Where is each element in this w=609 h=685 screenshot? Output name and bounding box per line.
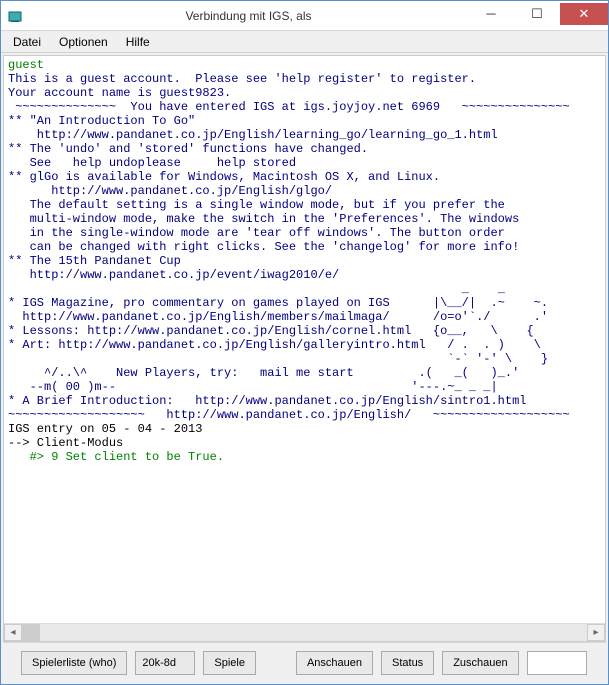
terminal-line: ~~~~~~~~~~~~~~ You have entered IGS at i… xyxy=(8,100,570,114)
horizontal-scrollbar[interactable]: ◂ ▸ xyxy=(4,623,605,641)
terminal-line: ** "An Introduction To Go" xyxy=(8,114,195,128)
titlebar: Verbindung mit IGS, als ─ ☐ ✕ xyxy=(1,1,608,31)
terminal-line: `-` '-' \ } xyxy=(8,352,548,366)
terminal-line: #> 9 Set client to be True. xyxy=(8,450,224,464)
terminal-line: in the single-window mode are 'tear off … xyxy=(8,226,505,240)
game-id-input[interactable] xyxy=(527,651,587,675)
observe-button[interactable]: Anschauen xyxy=(296,651,373,675)
rank-combo[interactable]: 20k-8d xyxy=(135,651,195,675)
content-area: guest This is a guest account. Please se… xyxy=(1,53,608,684)
app-window: Verbindung mit IGS, als ─ ☐ ✕ Datei Opti… xyxy=(0,0,609,685)
terminal-line: http://www.pandanet.co.jp/English/member… xyxy=(8,310,548,324)
terminal-line: _ _ xyxy=(8,282,505,296)
terminal-output: guest This is a guest account. Please se… xyxy=(4,56,605,623)
terminal-line: ** The 15th Pandanet Cup xyxy=(8,254,181,268)
watch-button[interactable]: Zuschauen xyxy=(442,651,518,675)
terminal-line: IGS entry on 05 - 04 - 2013 xyxy=(8,422,202,436)
bottom-toolbar: Spielerliste (who) 20k-8d Spiele Anschau… xyxy=(3,642,606,682)
playerlist-button[interactable]: Spielerliste (who) xyxy=(21,651,127,675)
menubar: Datei Optionen Hilfe xyxy=(1,31,608,53)
terminal-line: --> Client-Modus xyxy=(8,436,123,450)
minimize-button[interactable]: ─ xyxy=(468,3,514,25)
terminal-line: The default setting is a single window m… xyxy=(8,198,505,212)
scroll-right-arrow[interactable]: ▸ xyxy=(587,624,605,641)
scroll-thumb[interactable] xyxy=(22,624,40,641)
close-button[interactable]: ✕ xyxy=(560,3,608,25)
terminal-line: See help undoplease help stored xyxy=(8,156,296,170)
terminal-line: ^/..\^ New Players, try: mail me start .… xyxy=(8,366,519,380)
terminal-line: * IGS Magazine, pro commentary on games … xyxy=(8,296,548,310)
terminal-line: multi-window mode, make the switch in th… xyxy=(8,212,519,226)
menu-help[interactable]: Hilfe xyxy=(118,33,158,51)
terminal-line: can be changed with right clicks. See th… xyxy=(8,240,519,254)
terminal-line: * A Brief Introduction: http://www.panda… xyxy=(8,394,526,408)
scroll-left-arrow[interactable]: ◂ xyxy=(4,624,22,641)
terminal-line: ** glGo is available for Windows, Macint… xyxy=(8,170,440,184)
terminal-line: ** The 'undo' and 'stored' functions hav… xyxy=(8,142,368,156)
terminal-line: * Art: http://www.pandanet.co.jp/English… xyxy=(8,338,541,352)
games-button[interactable]: Spiele xyxy=(203,651,256,675)
window-title: Verbindung mit IGS, als xyxy=(29,9,468,23)
terminal-line: * Lessons: http://www.pandanet.co.jp/Eng… xyxy=(8,324,534,338)
status-button[interactable]: Status xyxy=(381,651,434,675)
terminal-line: Your account name is guest9823. xyxy=(8,86,231,100)
terminal-line: This is a guest account. Please see 'hel… xyxy=(8,72,476,86)
terminal-line: http://www.pandanet.co.jp/event/iwag2010… xyxy=(8,268,339,282)
terminal-line: ~~~~~~~~~~~~~~~~~~~ http://www.pandanet.… xyxy=(8,408,570,422)
terminal-line: --m( 00 )m-- '---.~_ _ _| xyxy=(8,380,498,394)
window-controls: ─ ☐ ✕ xyxy=(468,7,608,25)
menu-options[interactable]: Optionen xyxy=(51,33,116,51)
terminal-line: http://www.pandanet.co.jp/English/glgo/ xyxy=(8,184,332,198)
scroll-track[interactable] xyxy=(22,624,587,641)
terminal-line: http://www.pandanet.co.jp/English/learni… xyxy=(8,128,498,142)
app-icon xyxy=(7,8,23,24)
maximize-button[interactable]: ☐ xyxy=(514,3,560,25)
menu-file[interactable]: Datei xyxy=(5,33,49,51)
terminal-container: guest This is a guest account. Please se… xyxy=(3,55,606,642)
terminal-line: guest xyxy=(8,58,44,72)
